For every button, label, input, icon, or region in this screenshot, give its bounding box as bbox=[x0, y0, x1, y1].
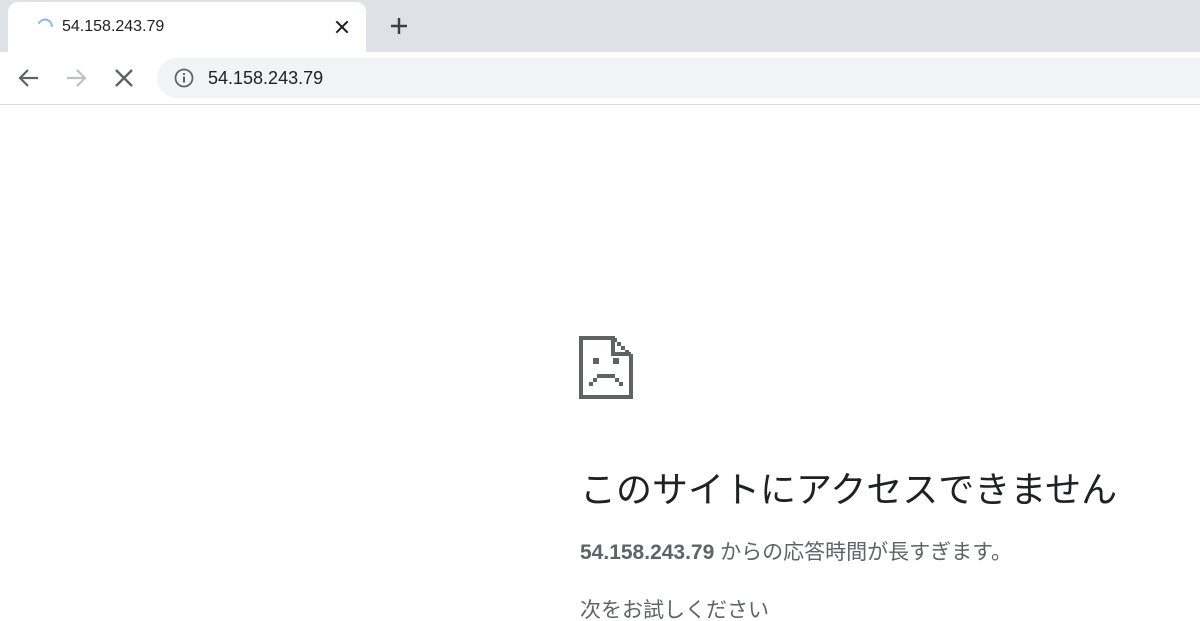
error-message: からの応答時間が長すぎます。 bbox=[714, 541, 1013, 564]
close-icon[interactable] bbox=[330, 15, 354, 39]
plus-icon[interactable] bbox=[385, 12, 413, 40]
error-heading: このサイトにアクセスできません bbox=[580, 469, 1118, 510]
error-host: 54.158.243.79 bbox=[580, 541, 715, 564]
tab-strip: 54.158.243.79 bbox=[0, 0, 1200, 52]
arrow-right-icon[interactable] bbox=[62, 64, 90, 92]
arrow-left-icon[interactable] bbox=[15, 64, 43, 92]
page-content: このサイトにアクセスできません 54.158.243.79 からの応答時間が長す… bbox=[0, 107, 1200, 621]
address-bar[interactable]: 54.158.243.79 bbox=[157, 58, 1200, 98]
sad-page-icon bbox=[579, 336, 633, 399]
active-tab[interactable]: 54.158.243.79 bbox=[8, 2, 366, 52]
url-text[interactable]: 54.158.243.79 bbox=[208, 68, 323, 89]
error-detail: 54.158.243.79 からの応答時間が長すぎます。 bbox=[580, 540, 1012, 566]
spinner-icon bbox=[38, 18, 53, 27]
info-icon[interactable] bbox=[174, 68, 194, 88]
suggestions-heading: 次をお試しください bbox=[580, 599, 769, 621]
browser-window: 54.158.243.79 54.158.243.79 このサイトにアクセスでき… bbox=[0, 0, 1200, 621]
toolbar: 54.158.243.79 bbox=[0, 52, 1200, 105]
tab-title: 54.158.243.79 bbox=[62, 18, 165, 35]
stop-icon[interactable] bbox=[110, 64, 138, 92]
